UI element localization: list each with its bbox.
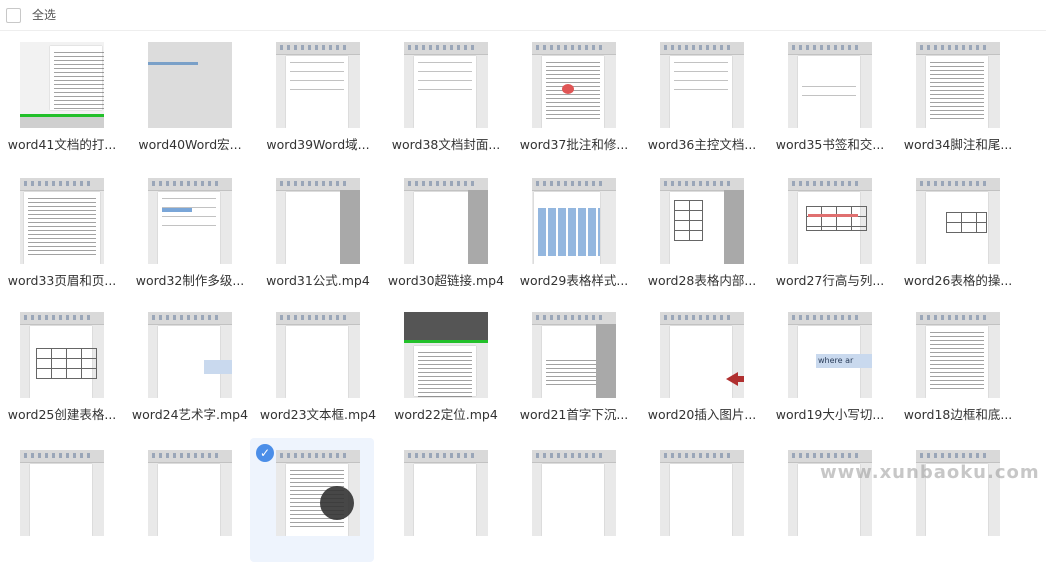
file-tile[interactable]: word36主控文档... xyxy=(640,30,764,154)
file-tile[interactable] xyxy=(128,438,252,562)
file-name: word34脚注和尾... xyxy=(903,137,1013,152)
video-thumbnail xyxy=(404,450,488,536)
file-name: word36主控文档... xyxy=(647,137,757,152)
video-thumbnail xyxy=(532,450,616,536)
file-name: word41文档的打... xyxy=(7,137,117,152)
file-tile[interactable]: word33页眉和页... xyxy=(0,166,124,290)
file-name: word27行高与列... xyxy=(775,273,885,288)
video-thumbnail xyxy=(276,450,360,536)
video-thumbnail xyxy=(916,42,1000,128)
video-thumbnail xyxy=(404,312,488,398)
file-name: word21首字下沉... xyxy=(519,407,629,422)
video-thumbnail xyxy=(20,178,104,264)
video-thumbnail xyxy=(20,450,104,536)
file-tile[interactable]: word23文本框.mp4 xyxy=(256,300,380,424)
video-thumbnail xyxy=(788,42,872,128)
file-tile[interactable]: word37批注和修... xyxy=(512,30,636,154)
video-thumbnail xyxy=(276,178,360,264)
file-name: word26表格的操... xyxy=(903,273,1013,288)
video-thumbnail xyxy=(404,42,488,128)
file-name: word20插入图片... xyxy=(647,407,757,422)
file-tile[interactable]: word24艺术字.mp4 xyxy=(128,300,252,424)
select-all-checkbox[interactable] xyxy=(6,8,21,23)
file-tile[interactable] xyxy=(384,438,508,562)
file-name: word28表格内部... xyxy=(647,273,757,288)
video-thumbnail xyxy=(532,312,616,398)
file-tile[interactable]: word28表格内部... xyxy=(640,166,764,290)
file-tile[interactable]: word40Word宏... xyxy=(128,30,252,154)
selection-toolbar: 全选 xyxy=(0,0,1046,31)
video-thumbnail xyxy=(788,178,872,264)
video-thumbnail xyxy=(148,178,232,264)
play-icon[interactable] xyxy=(320,486,354,520)
file-tile[interactable]: word26表格的操... xyxy=(896,166,1020,290)
video-thumbnail xyxy=(532,178,616,264)
file-name: word31公式.mp4 xyxy=(266,273,370,288)
file-name: word22定位.mp4 xyxy=(394,407,498,422)
file-tile[interactable]: word25创建表格... xyxy=(0,300,124,424)
video-thumbnail xyxy=(660,178,744,264)
file-tile[interactable]: where ar word19大小写切... xyxy=(768,300,892,424)
video-thumbnail xyxy=(148,450,232,536)
file-name: word32制作多级... xyxy=(135,273,245,288)
file-tile-selected[interactable]: ✓ xyxy=(250,438,374,562)
file-name: word39Word域... xyxy=(266,137,370,152)
file-tile[interactable]: word34脚注和尾... xyxy=(896,30,1020,154)
video-thumbnail xyxy=(660,312,744,398)
watermark-text: www.xunbaoku.com xyxy=(820,462,1040,483)
file-name: word19大小写切... xyxy=(775,407,885,422)
file-name: word25创建表格... xyxy=(7,407,117,422)
file-name: word37批注和修... xyxy=(519,137,629,152)
file-tile[interactable] xyxy=(640,438,764,562)
file-tile[interactable]: word18边框和底... xyxy=(896,300,1020,424)
checkmark-icon[interactable]: ✓ xyxy=(256,444,274,462)
file-grid: word41文档的打... word40Word宏... word39Word域… xyxy=(0,30,1046,562)
video-thumbnail xyxy=(404,178,488,264)
file-tile[interactable]: word39Word域... xyxy=(256,30,380,154)
file-name: word38文档封面... xyxy=(391,137,501,152)
video-thumbnail xyxy=(148,42,232,128)
video-thumbnail xyxy=(916,312,1000,398)
file-tile[interactable]: word38文档封面... xyxy=(384,30,508,154)
file-tile[interactable]: word31公式.mp4 xyxy=(256,166,380,290)
video-thumbnail xyxy=(660,42,744,128)
file-tile[interactable] xyxy=(512,438,636,562)
file-tile[interactable]: word35书签和交... xyxy=(768,30,892,154)
file-name: word35书签和交... xyxy=(775,137,885,152)
file-name: word40Word宏... xyxy=(138,137,242,152)
file-tile[interactable] xyxy=(896,438,1020,562)
video-thumbnail xyxy=(660,450,744,536)
video-thumbnail xyxy=(148,312,232,398)
file-name: word24艺术字.mp4 xyxy=(131,407,249,422)
file-tile[interactable]: word29表格样式... xyxy=(512,166,636,290)
file-tile[interactable]: word41文档的打... xyxy=(0,30,124,154)
video-thumbnail xyxy=(20,42,104,128)
file-tile[interactable]: word27行高与列... xyxy=(768,166,892,290)
file-tile[interactable] xyxy=(0,438,124,562)
file-name: word29表格样式... xyxy=(519,273,629,288)
file-tile[interactable]: word22定位.mp4 xyxy=(384,300,508,424)
video-thumbnail xyxy=(276,312,360,398)
video-thumbnail xyxy=(20,312,104,398)
video-thumbnail xyxy=(276,42,360,128)
file-tile[interactable] xyxy=(768,438,892,562)
select-all-label[interactable]: 全选 xyxy=(32,6,56,23)
video-thumbnail xyxy=(916,178,1000,264)
file-tile[interactable]: word21首字下沉... xyxy=(512,300,636,424)
file-name: word18边框和底... xyxy=(903,407,1013,422)
file-name: word23文本框.mp4 xyxy=(259,407,377,422)
file-name: word30超链接.mp4 xyxy=(387,273,505,288)
video-thumbnail: where ar xyxy=(788,312,872,398)
file-tile[interactable]: word32制作多级... xyxy=(128,166,252,290)
file-tile[interactable]: word30超链接.mp4 xyxy=(384,166,508,290)
file-tile[interactable]: word20插入图片... xyxy=(640,300,764,424)
video-thumbnail xyxy=(532,42,616,128)
file-name: word33页眉和页... xyxy=(7,273,117,288)
